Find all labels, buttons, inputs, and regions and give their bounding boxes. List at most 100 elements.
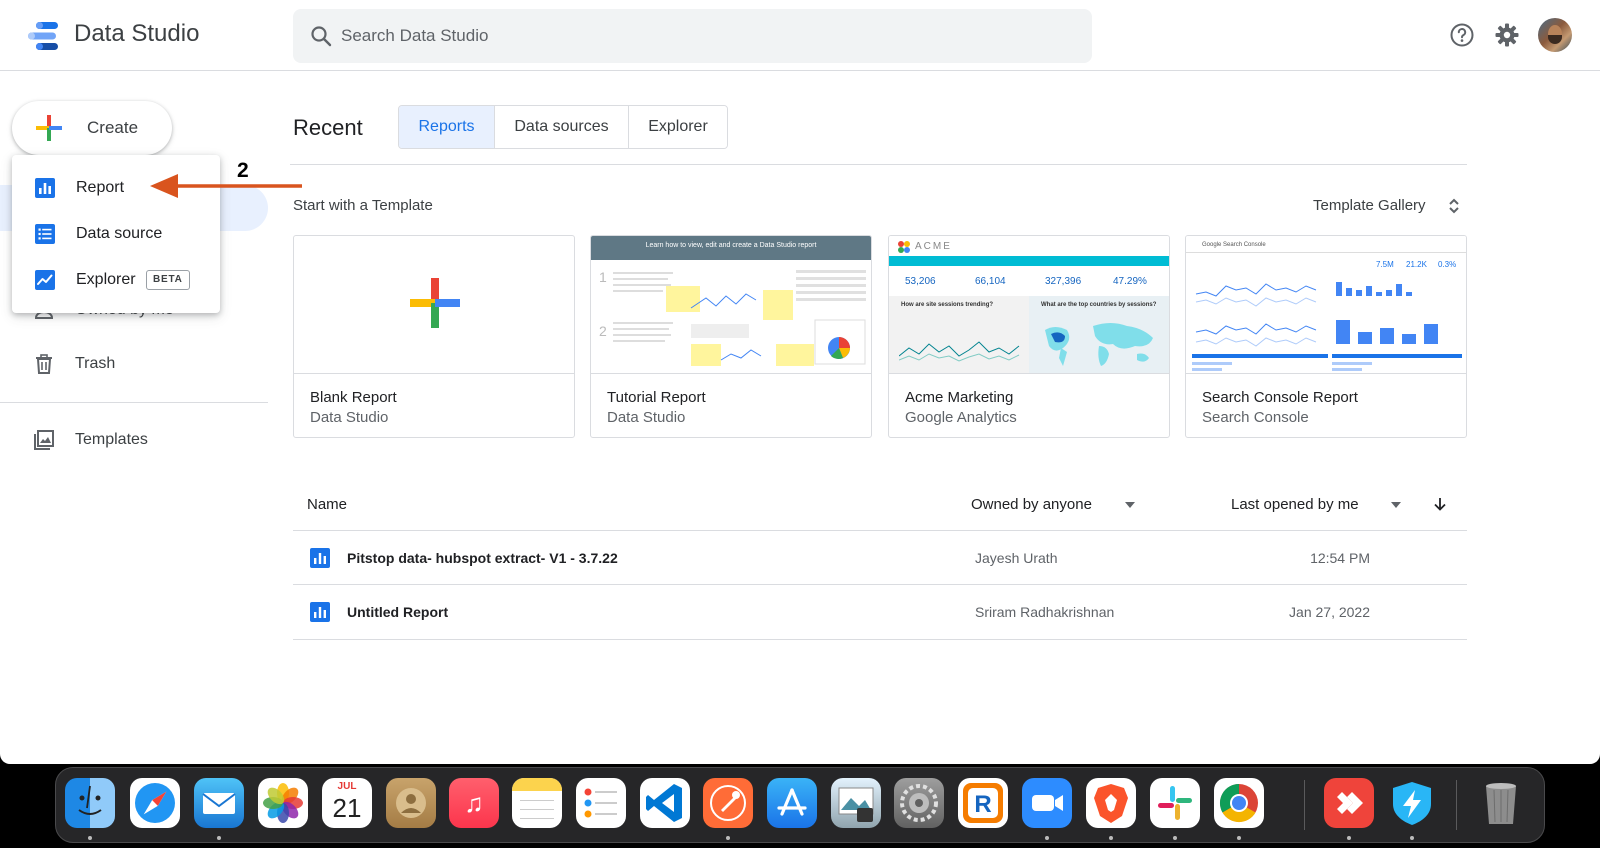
- vscode-icon[interactable]: [640, 778, 690, 828]
- search-input[interactable]: [341, 9, 1061, 63]
- finder-icon[interactable]: [65, 778, 115, 828]
- data-studio-logo-icon[interactable]: [26, 20, 62, 52]
- zoom-icon[interactable]: [1022, 778, 1072, 828]
- template-card-blank-report[interactable]: Blank Report Data Studio: [293, 235, 575, 438]
- table-row[interactable]: Pitstop data- hubspot extract- V1 - 3.7.…: [293, 531, 1467, 585]
- search-icon[interactable]: [309, 24, 333, 48]
- explorer-icon: [35, 270, 55, 290]
- template-name: Search Console Report: [1202, 389, 1358, 406]
- slack-icon[interactable]: [1150, 778, 1200, 828]
- help-icon[interactable]: [1449, 22, 1475, 48]
- svg-text:R: R: [974, 791, 991, 818]
- expand-unfold-icon[interactable]: [1447, 196, 1461, 216]
- menu-item-data-source[interactable]: Data source: [12, 211, 220, 257]
- app-title[interactable]: Data Studio: [74, 20, 199, 48]
- template-name: Blank Report: [310, 389, 397, 406]
- tab-explorer[interactable]: Explorer: [629, 106, 727, 148]
- template-thumbnail: Learn how to view, edit and create a Dat…: [591, 236, 871, 374]
- table-row[interactable]: Untitled Report Sriram Radhakrishnan Jan…: [293, 585, 1467, 639]
- recent-tabs: Reports Data sources Explorer: [398, 105, 728, 149]
- app-store-icon[interactable]: [767, 778, 817, 828]
- menu-item-label: Data source: [76, 225, 163, 242]
- report-icon: [35, 178, 55, 198]
- template-card-tutorial-report[interactable]: Learn how to view, edit and create a Dat…: [590, 235, 872, 438]
- create-label: Create: [87, 118, 139, 137]
- template-source: Data Studio: [310, 409, 389, 426]
- macos-dock: JUL 21 ♫ R: [55, 767, 1545, 843]
- settings-gear-icon[interactable]: [1494, 22, 1520, 48]
- report-last-opened: 12:54 PM: [1310, 550, 1370, 566]
- template-source: Search Console: [1202, 409, 1309, 426]
- annotation-arrow-icon: [150, 174, 302, 198]
- sidebar-item-label: Trash: [75, 355, 116, 372]
- chrome-icon[interactable]: [1214, 778, 1264, 828]
- thumb-title: Learn how to view, edit and create a Dat…: [645, 242, 817, 249]
- page-title: Recent: [293, 115, 363, 140]
- sidebar-divider: [0, 402, 268, 403]
- system-preferences-icon[interactable]: [894, 778, 944, 828]
- sidebar-item-templates[interactable]: Templates: [0, 420, 268, 460]
- trash-icon[interactable]: [1476, 778, 1526, 828]
- anydesk-icon[interactable]: [1324, 778, 1374, 828]
- template-name: Acme Marketing: [905, 389, 1014, 406]
- search-bar[interactable]: [293, 9, 1092, 63]
- template-name: Tutorial Report: [607, 389, 706, 406]
- contacts-icon[interactable]: [386, 778, 436, 828]
- create-button[interactable]: Create: [12, 101, 172, 155]
- dropdown-caret-icon[interactable]: [1390, 501, 1402, 509]
- report-owner: Sriram Radhakrishnan: [975, 604, 1115, 620]
- annotation-step-number: 2: [237, 159, 249, 182]
- tab-reports[interactable]: Reports: [399, 106, 495, 148]
- template-source: Data Studio: [607, 409, 686, 426]
- shortcut-icon[interactable]: [1387, 778, 1437, 828]
- template-gallery-button[interactable]: Template Gallery: [1313, 197, 1426, 214]
- template-source: Google Analytics: [905, 409, 1017, 426]
- column-header-name[interactable]: Name: [307, 496, 347, 513]
- sort-direction-arrow-icon[interactable]: [1432, 496, 1448, 512]
- photos-icon[interactable]: [258, 778, 308, 828]
- templates-icon: [34, 430, 54, 450]
- r-app-icon[interactable]: R: [958, 778, 1008, 828]
- report-icon: [310, 548, 330, 568]
- data-source-icon: [35, 224, 55, 244]
- beta-badge: BETA: [146, 270, 190, 290]
- report-icon: [310, 602, 330, 622]
- preview-icon[interactable]: [831, 778, 881, 828]
- top-header: Data Studio: [0, 0, 1600, 71]
- report-last-opened: Jan 27, 2022: [1289, 604, 1370, 620]
- template-thumbnail: Google Search Console 7.5M 21.2K 0.3%: [1186, 236, 1466, 374]
- dropdown-caret-icon[interactable]: [1124, 501, 1136, 509]
- data-studio-window: Data Studio Search Data Studio Create Tr…: [0, 0, 1600, 764]
- calendar-icon[interactable]: JUL 21: [322, 778, 372, 828]
- reminders-icon[interactable]: [576, 778, 626, 828]
- thumb-title: ACME: [915, 241, 952, 252]
- create-plus-icon: [36, 115, 62, 141]
- report-name[interactable]: Pitstop data- hubspot extract- V1 - 3.7.…: [347, 550, 618, 566]
- blank-plus-icon: [410, 278, 460, 328]
- sidebar-item-label: Templates: [75, 431, 148, 448]
- row-divider: [293, 639, 1467, 640]
- svg-text:2: 2: [599, 323, 607, 339]
- postman-icon[interactable]: [703, 778, 753, 828]
- mail-icon[interactable]: [194, 778, 244, 828]
- owner-filter-dropdown[interactable]: Owned by anyone: [971, 496, 1092, 513]
- template-section-heading: Start with a Template: [293, 197, 433, 214]
- sidebar-item-trash[interactable]: Trash: [0, 344, 268, 384]
- music-icon[interactable]: ♫: [449, 778, 499, 828]
- template-card-search-console-report[interactable]: Google Search Console 7.5M 21.2K 0.3% Se…: [1185, 235, 1467, 438]
- brave-icon[interactable]: [1086, 778, 1136, 828]
- menu-item-explorer[interactable]: Explorer BETA: [12, 257, 220, 303]
- template-card-acme-marketing[interactable]: ACME 53,206 66,104 327,396 47.29% How ar…: [888, 235, 1170, 438]
- tab-data-sources[interactable]: Data sources: [495, 106, 629, 148]
- sort-by-dropdown[interactable]: Last opened by me: [1231, 496, 1359, 513]
- template-thumbnail: [294, 236, 574, 374]
- trash-icon: [36, 354, 52, 374]
- svg-text:1: 1: [599, 269, 607, 285]
- safari-icon[interactable]: [130, 778, 180, 828]
- notes-icon[interactable]: [512, 778, 562, 828]
- menu-item-label: Explorer: [76, 271, 136, 288]
- user-avatar[interactable]: [1538, 18, 1572, 52]
- report-owner: Jayesh Urath: [975, 550, 1058, 566]
- report-name[interactable]: Untitled Report: [347, 604, 448, 620]
- main-divider: [290, 164, 1467, 165]
